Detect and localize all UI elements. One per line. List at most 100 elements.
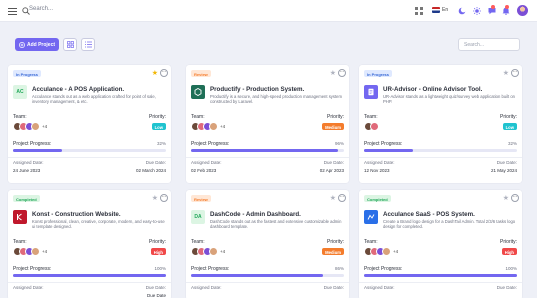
more-options-icon[interactable]: ··· <box>338 69 346 77</box>
team-label: Team: <box>13 114 27 120</box>
team-label: Team: <box>191 239 205 245</box>
project-title[interactable]: Acculance - A POS Application. <box>32 86 124 93</box>
more-options-icon[interactable]: ··· <box>160 69 168 77</box>
star-icon[interactable]: ★ <box>330 70 336 77</box>
due-date: 21 May 2024 <box>490 168 517 173</box>
due-date: 02 March 2024 <box>135 168 166 173</box>
due-date-label: Due Date: <box>145 285 166 290</box>
team-label: Team: <box>364 239 378 245</box>
status-badge: Review <box>191 195 211 202</box>
chat-notification-dot <box>491 5 495 9</box>
card-divider <box>186 157 349 158</box>
star-icon[interactable]: ★ <box>503 70 509 77</box>
project-title[interactable]: UR-Advisor - Online Advisor Tool. <box>383 86 482 93</box>
priority-badge: High <box>501 248 517 255</box>
progress-bar <box>13 274 166 277</box>
project-card[interactable]: In Progress ★ ··· UR-Advisor - Online Ad… <box>359 65 522 183</box>
progress-percent: 96% <box>334 141 344 146</box>
assigned-date-label: Assigned Date: <box>364 285 395 290</box>
team-avatars <box>364 122 381 131</box>
priority-label: Priority: <box>500 114 517 120</box>
priority-label: Priority: <box>149 114 166 120</box>
team-member-avatar[interactable] <box>209 247 218 256</box>
top-bar: Search... En <box>0 0 537 22</box>
progress-bar-fill <box>364 274 517 277</box>
card-divider <box>8 157 171 158</box>
priority-badge: Low <box>502 123 517 130</box>
project-title[interactable]: Productify - Production System. <box>210 86 304 93</box>
sun-icon[interactable] <box>471 5 483 17</box>
card-divider <box>359 157 522 158</box>
status-badge: In Progress <box>13 70 42 77</box>
assigned-date-label: Assigned Date: <box>191 160 222 165</box>
star-icon[interactable]: ★ <box>152 195 158 202</box>
more-options-icon[interactable]: ··· <box>511 69 519 77</box>
star-icon[interactable]: ★ <box>503 195 509 202</box>
project-card[interactable]: Review ★ ··· DA DashCode - Admin Dashboa… <box>186 190 349 298</box>
team-extra-count: +4 <box>42 249 48 254</box>
grid-view-button[interactable] <box>63 38 77 51</box>
due-date: Due Date <box>146 293 166 298</box>
progress-label: Project Progress: <box>13 141 52 147</box>
card-divider <box>8 282 171 283</box>
priority-badge: High <box>150 248 166 255</box>
team-label: Team: <box>364 114 378 120</box>
due-date-label: Due Date: <box>496 160 517 165</box>
team-member-avatar[interactable] <box>370 122 379 131</box>
priority-badge: Medium <box>322 123 344 130</box>
star-icon[interactable]: ★ <box>152 70 158 77</box>
progress-bar-fill <box>191 149 338 152</box>
progress-bar <box>364 274 517 277</box>
team-member-avatar[interactable] <box>382 247 391 256</box>
team-extra-count: +4 <box>42 124 48 129</box>
team-member-avatar[interactable] <box>31 247 40 256</box>
team-extra-count: +4 <box>220 124 226 129</box>
project-title[interactable]: Acculance SaaS - POS System. <box>383 211 475 218</box>
progress-percent: 86% <box>334 266 344 271</box>
project-card[interactable]: In Progress ★ ··· AC Acculance - A POS A… <box>8 65 171 183</box>
team-avatars: +4 <box>191 247 225 256</box>
apps-grid-icon[interactable] <box>413 5 425 17</box>
user-avatar[interactable] <box>516 4 529 17</box>
due-date: 02 Apr 2023 <box>319 168 344 173</box>
project-logo <box>364 210 378 224</box>
due-date-label: Due Date: <box>496 285 517 290</box>
more-options-icon[interactable]: ··· <box>338 194 346 202</box>
project-search-input[interactable]: Search... <box>458 38 520 51</box>
progress-label: Project Progress: <box>191 266 230 272</box>
progress-bar <box>191 149 344 152</box>
grid-view-icon <box>66 41 74 48</box>
project-description: DashCode stands out as the fastest and e… <box>210 219 342 230</box>
assigned-date: 24 June 2023 <box>13 168 41 173</box>
project-title[interactable]: Konst - Construction Website. <box>32 211 121 218</box>
priority-label: Priority: <box>500 239 517 245</box>
assigned-date: 12 Nov 2023 <box>364 168 390 173</box>
star-icon[interactable]: ★ <box>330 195 336 202</box>
project-card[interactable]: Review ★ ··· Productify - Production Sys… <box>186 65 349 183</box>
top-search-input[interactable]: Search... <box>29 6 53 12</box>
project-title[interactable]: DashCode - Admin Dashboard. <box>210 211 301 218</box>
language-selector[interactable]: En <box>442 7 448 13</box>
team-avatars: +4 <box>13 122 47 131</box>
project-card[interactable]: Completed ★ ··· Konst - Construction Web… <box>8 190 171 298</box>
progress-label: Project Progress: <box>364 266 403 272</box>
project-card[interactable]: Completed ★ ··· Acculance SaaS - POS Sys… <box>359 190 522 298</box>
list-view-button[interactable] <box>81 38 95 51</box>
due-date-label: Due Date: <box>145 160 166 165</box>
flag-icon[interactable] <box>432 7 440 13</box>
menu-icon[interactable] <box>6 5 18 17</box>
team-label: Team: <box>13 239 27 245</box>
project-logo <box>191 85 205 99</box>
moon-icon[interactable] <box>456 5 468 17</box>
assigned-date-label: Assigned Date: <box>191 285 222 290</box>
priority-badge: Low <box>151 123 166 130</box>
project-logo <box>13 210 27 224</box>
team-member-avatar[interactable] <box>209 122 218 131</box>
card-divider <box>186 282 349 283</box>
more-options-icon[interactable]: ··· <box>160 194 168 202</box>
assigned-date-label: Assigned Date: <box>364 160 395 165</box>
more-options-icon[interactable]: ··· <box>511 194 519 202</box>
add-project-button[interactable]: Add Project <box>15 38 59 51</box>
progress-label: Project Progress: <box>13 266 52 272</box>
team-member-avatar[interactable] <box>31 122 40 131</box>
